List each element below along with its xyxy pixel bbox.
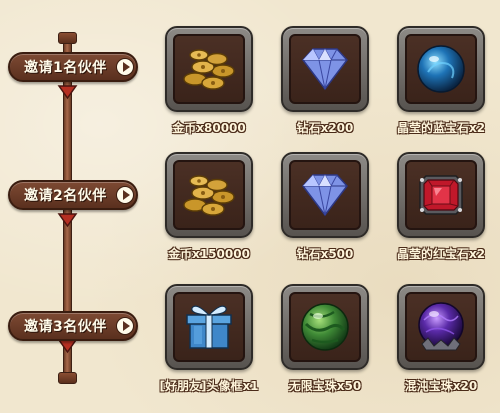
invite-tier-2: 邀请2名伙伴 金币x150000 钻石x500 晶莹的红宝石x2 <box>0 152 500 278</box>
reward-frame <box>397 26 485 112</box>
invite-tier-3: 邀请3名伙伴 [好朋友]头像框x1 无限宝珠x50 混沌宝珠x20 <box>0 284 500 410</box>
reward-frame <box>165 26 253 112</box>
invite-3-button[interactable]: 邀请3名伙伴 <box>8 311 138 341</box>
reward-caption: 钻石x500 <box>296 247 354 261</box>
reward-caption: 晶莹的蓝宝石x2 <box>396 121 486 135</box>
reward-diamond[interactable]: 钻石x200 <box>270 26 380 136</box>
reward-frame <box>281 152 369 238</box>
reward-diamond[interactable]: 钻石x500 <box>270 152 380 262</box>
reward-chaos-orb[interactable]: 混沌宝珠x20 <box>386 284 496 394</box>
diamond-icon <box>302 47 348 91</box>
reward-infinite-orb[interactable]: 无限宝珠x50 <box>270 284 380 394</box>
reward-caption: 混沌宝珠x20 <box>404 379 478 393</box>
green-orb-icon <box>301 303 349 351</box>
play-arrow-icon[interactable] <box>116 58 134 76</box>
reward-red-gem[interactable]: 晶莹的红宝石x2 <box>386 152 496 262</box>
invite-tier-1: 邀请1名伙伴 金币x80000 钻石x200 晶莹的蓝宝石x2 <box>0 26 500 152</box>
reward-gold-coins[interactable]: 金币x80000 <box>154 26 264 136</box>
invite-label: 邀请3名伙伴 <box>24 319 107 335</box>
play-arrow-icon[interactable] <box>116 317 134 335</box>
purple-orb-icon <box>418 302 464 351</box>
reward-frame <box>281 26 369 112</box>
reward-frame <box>397 152 485 238</box>
reward-caption: [好朋友]头像框x1 <box>159 379 259 393</box>
invite-label: 邀请2名伙伴 <box>24 188 107 204</box>
gold-coins-icon <box>183 49 235 90</box>
reward-frame <box>165 152 253 238</box>
gold-coins-icon <box>183 175 235 216</box>
reward-caption: 钻石x200 <box>296 121 354 135</box>
reward-caption: 晶莹的红宝石x2 <box>396 247 486 261</box>
reward-frame <box>281 284 369 370</box>
blue-gem-orb-icon <box>417 45 465 93</box>
reward-gold-coins[interactable]: 金币x150000 <box>154 152 264 262</box>
invite-2-button[interactable]: 邀请2名伙伴 <box>8 180 138 210</box>
reward-frame <box>165 284 253 370</box>
play-arrow-icon[interactable] <box>116 186 134 204</box>
gift-box-icon <box>186 305 232 349</box>
reward-caption: 金币x80000 <box>172 121 246 135</box>
reward-blue-gem[interactable]: 晶莹的蓝宝石x2 <box>386 26 496 136</box>
reward-avatar-frame[interactable]: [好朋友]头像框x1 <box>154 284 264 394</box>
reward-caption: 无限宝珠x50 <box>288 379 362 393</box>
diamond-icon <box>302 173 348 217</box>
red-gem-icon <box>419 175 463 215</box>
reward-frame <box>397 284 485 370</box>
invite-1-button[interactable]: 邀请1名伙伴 <box>8 52 138 82</box>
invite-label: 邀请1名伙伴 <box>24 60 107 76</box>
reward-caption: 金币x150000 <box>168 247 250 261</box>
